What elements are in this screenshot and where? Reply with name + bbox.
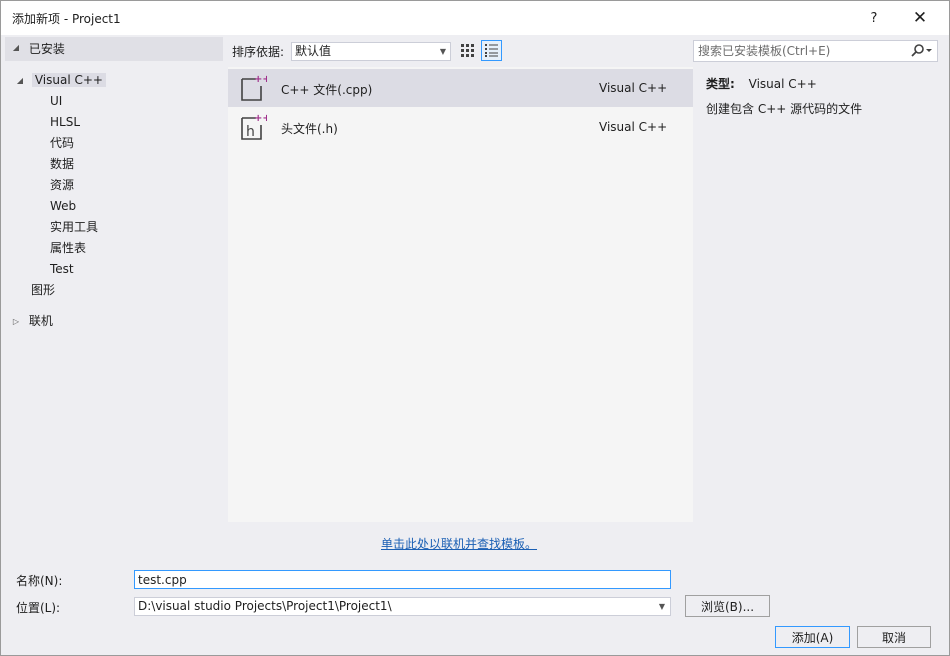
- svg-text:++: ++: [254, 113, 267, 124]
- close-icon: ✕: [912, 8, 928, 28]
- window-title: 添加新项 - Project1: [12, 12, 121, 26]
- list-view-button[interactable]: [481, 40, 502, 61]
- template-search[interactable]: [693, 40, 938, 62]
- template-list: ++ C++ 文件(.cpp) Visual C++ h ++ 头文件(.h) …: [228, 67, 693, 522]
- svg-text:++: ++: [254, 74, 267, 85]
- tree-item-label: 属性表: [50, 241, 87, 255]
- help-button[interactable]: ?: [851, 3, 897, 33]
- browse-button[interactable]: 浏览(B)...: [685, 595, 770, 617]
- tree-item-test[interactable]: Test: [50, 259, 74, 280]
- tree-item-label: 联机: [28, 314, 53, 328]
- tree-item-label: 代码: [50, 136, 75, 150]
- grid-view-icon: [461, 44, 474, 57]
- tree-item-label: 图形: [31, 283, 56, 297]
- template-description: 创建包含 C++ 源代码的文件: [706, 102, 863, 116]
- tree-item-installed[interactable]: ◢ 已安装: [5, 37, 223, 61]
- tree-item-label: Web: [50, 199, 77, 213]
- tree-item-data[interactable]: 数据: [50, 154, 74, 175]
- title-bar: 添加新项 - Project1 ? ✕: [1, 1, 949, 35]
- tree-item-label: Test: [50, 262, 74, 276]
- tree-item-property-sheets[interactable]: 属性表: [50, 238, 86, 259]
- sort-label: 排序依据:: [232, 45, 285, 59]
- search-options[interactable]: [909, 43, 935, 59]
- template-item-cpp-file[interactable]: ++ C++ 文件(.cpp) Visual C++: [228, 69, 693, 107]
- name-field[interactable]: [134, 570, 671, 589]
- cancel-button[interactable]: 取消: [857, 626, 931, 648]
- template-category-tree: ◢ 已安装 ◢ Visual C++ UI HLSL 代码 数据 资源 Web …: [5, 35, 223, 561]
- small-icons-view-button[interactable]: [457, 40, 478, 61]
- tree-item-label: Visual C++: [31, 73, 106, 87]
- template-language: Visual C++: [599, 81, 668, 95]
- tree-item-web[interactable]: Web: [50, 196, 76, 217]
- type-label: 类型:: [706, 77, 735, 91]
- tree-item-label: 数据: [50, 157, 75, 171]
- location-label: 位置(L):: [16, 601, 61, 615]
- tree-item-utility[interactable]: 实用工具: [50, 217, 98, 238]
- type-value: Visual C++: [748, 77, 817, 91]
- tree-item-code[interactable]: 代码: [50, 133, 74, 154]
- sort-value: 默认值: [295, 44, 332, 58]
- template-item-header-file[interactable]: h ++ 头文件(.h) Visual C++: [228, 108, 693, 146]
- close-button[interactable]: ✕: [897, 3, 943, 33]
- template-type: 类型: Visual C++: [706, 75, 817, 92]
- name-label: 名称(N):: [16, 574, 63, 588]
- collapse-arrow-icon[interactable]: ◢: [15, 70, 25, 91]
- search-icon: [911, 44, 932, 57]
- header-file-icon: h ++: [241, 113, 267, 140]
- sort-dropdown[interactable]: 默认值 ▼: [291, 42, 451, 61]
- tree-item-ui[interactable]: UI: [50, 91, 62, 112]
- template-language: Visual C++: [599, 120, 668, 134]
- tree-item-label: 资源: [50, 178, 75, 192]
- tree-item-label: 实用工具: [50, 220, 99, 234]
- tree-item-visual-cpp[interactable]: ◢ Visual C++: [15, 70, 106, 91]
- tree-item-label: UI: [50, 94, 63, 108]
- location-value: D:\visual studio Projects\Project1\Proje…: [138, 599, 392, 613]
- tree-item-hlsl[interactable]: HLSL: [50, 112, 80, 133]
- tree-item-online[interactable]: ▷ 联机: [11, 311, 53, 332]
- template-name: C++ 文件(.cpp): [281, 83, 373, 97]
- help-icon: ?: [870, 10, 878, 26]
- svg-text:h: h: [246, 124, 255, 140]
- add-new-item-dialog: 添加新项 - Project1 ? ✕ ◢ 已安装 ◢ Visual C++ U…: [0, 0, 950, 656]
- cpp-file-icon: ++: [241, 74, 267, 101]
- find-templates-online-link[interactable]: 单击此处以联机并查找模板。: [381, 535, 537, 552]
- tree-item-label: 已安装: [28, 42, 65, 56]
- template-name: 头文件(.h): [281, 122, 338, 136]
- dropdown-arrow-icon: ▼: [439, 47, 446, 56]
- list-view-icon: [485, 44, 498, 57]
- collapse-arrow-icon[interactable]: ◢: [11, 37, 21, 58]
- tree-item-resources[interactable]: 资源: [50, 175, 74, 196]
- expand-arrow-icon[interactable]: ▷: [11, 311, 21, 332]
- location-dropdown[interactable]: D:\visual studio Projects\Project1\Proje…: [134, 597, 671, 616]
- search-input[interactable]: [694, 41, 904, 61]
- tree-item-graphics[interactable]: 图形: [31, 280, 55, 301]
- dropdown-arrow-icon: ▼: [658, 602, 665, 611]
- add-button[interactable]: 添加(A): [775, 626, 850, 648]
- tree-item-label: HLSL: [50, 115, 81, 129]
